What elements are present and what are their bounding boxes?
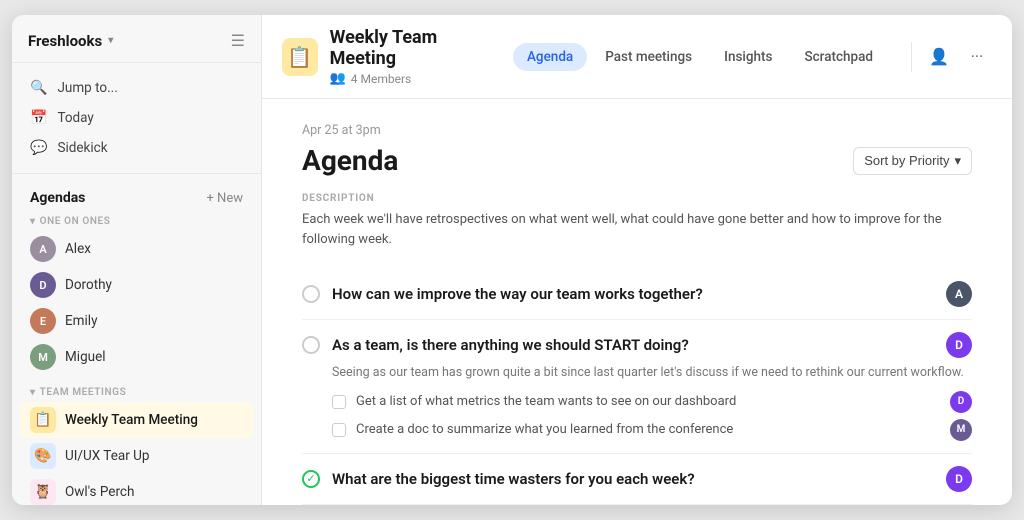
weekly-meeting-label: Weekly Team Meeting xyxy=(65,412,198,428)
meeting-emoji-large: 📋 xyxy=(282,38,318,76)
agenda-item-2-main: As a team, is there anything we should S… xyxy=(302,332,972,358)
sub-task-1-text: Get a list of what metrics the team want… xyxy=(356,394,940,409)
sub-task-2: Create a doc to summarize what you learn… xyxy=(332,419,972,441)
sidebar: Freshlooks ▾ ☰ 🔍 Jump to... 📅 Today 💬 Si… xyxy=(12,15,262,505)
more-options-button[interactable]: ··· xyxy=(962,42,992,72)
app-window: Freshlooks ▾ ☰ 🔍 Jump to... 📅 Today 💬 Si… xyxy=(12,15,1012,505)
sidebar-item-sidekick[interactable]: 💬 Sidekick xyxy=(20,133,253,163)
meeting-title-area: 📋 Weekly Team Meeting 👥 4 Members xyxy=(282,27,497,86)
agenda-item-2-description: Seeing as our team has grown quite a bit… xyxy=(332,364,972,383)
sidebar-brand[interactable]: Freshlooks ▾ xyxy=(28,32,113,50)
sidebar-item-today-label: Today xyxy=(57,110,93,126)
agenda-item-3-title: What are the biggest time wasters for yo… xyxy=(332,470,934,488)
agenda-item-2-subtasks: Get a list of what metrics the team want… xyxy=(332,391,972,441)
main-nav: Agenda Past meetings Insights Scratchpad xyxy=(513,43,887,71)
agenda-items: How can we improve the way our team work… xyxy=(302,269,972,505)
calendar-icon: 📅 xyxy=(30,110,47,126)
agenda-item-1-title: How can we improve the way our team work… xyxy=(332,285,934,303)
sidebar-item-today[interactable]: 📅 Today xyxy=(20,103,253,133)
agenda-item-3-avatar: D xyxy=(946,466,972,492)
main-header: 📋 Weekly Team Meeting 👥 4 Members Agenda… xyxy=(262,15,1012,99)
team-meetings-label: ▾ TEAM MEETINGS xyxy=(20,383,253,402)
chevron-down-icon-2: ▾ xyxy=(30,387,36,398)
uiux-emoji: 🎨 xyxy=(30,443,56,469)
description-section: DESCRIPTION Each week we'll have retrosp… xyxy=(302,193,972,249)
main-area: 📋 Weekly Team Meeting 👥 4 Members Agenda… xyxy=(262,15,1012,505)
sub-task-1-checkbox[interactable] xyxy=(332,395,346,409)
person-dorothy-label: Dorothy xyxy=(65,277,112,293)
weekly-meeting-emoji: 📋 xyxy=(30,407,56,433)
main-header-actions: 👤 ··· xyxy=(911,42,992,72)
content-area: Apr 25 at 3pm Agenda Sort by Priority ▾ … xyxy=(262,99,1012,505)
sidebar-item-weekly-meeting[interactable]: 📋 Weekly Team Meeting xyxy=(20,402,253,438)
sidebar-nav: 🔍 Jump to... 📅 Today 💬 Sidekick xyxy=(12,63,261,174)
members-count: 4 Members xyxy=(351,72,411,86)
agenda-item-3-checkbox[interactable]: ✓ xyxy=(302,470,320,488)
meeting-title-text: Weekly Team Meeting 👥 4 Members xyxy=(330,27,497,86)
tab-insights[interactable]: Insights xyxy=(710,43,786,71)
sidebar-header: Freshlooks ▾ ☰ xyxy=(12,15,261,63)
sidebar-item-alex[interactable]: A Alex xyxy=(20,231,253,267)
avatar-miguel: M xyxy=(30,344,56,370)
person-alex-label: Alex xyxy=(65,241,91,257)
chevron-down-icon: ▾ xyxy=(30,216,36,227)
agenda-item-2: As a team, is there anything we should S… xyxy=(302,320,972,454)
agenda-item-3: ✓ What are the biggest time wasters for … xyxy=(302,454,972,505)
agenda-item-2-title: As a team, is there anything we should S… xyxy=(332,336,934,354)
sub-task-2-avatar: M xyxy=(950,419,972,441)
brand-name: Freshlooks xyxy=(28,32,102,50)
content-title: Agenda xyxy=(302,144,398,177)
agenda-item-1-checkbox[interactable] xyxy=(302,285,320,303)
avatar-dorothy: D xyxy=(30,272,56,298)
sidebar-item-dorothy[interactable]: D Dorothy xyxy=(20,267,253,303)
sort-by-priority-button[interactable]: Sort by Priority ▾ xyxy=(853,147,972,175)
sidebar-item-sidekick-label: Sidekick xyxy=(57,140,107,156)
tab-past-meetings[interactable]: Past meetings xyxy=(591,43,706,71)
description-label: DESCRIPTION xyxy=(302,193,972,204)
agenda-item-2-checkbox[interactable] xyxy=(302,336,320,354)
one-on-ones-label: ▾ ONE ON ONES xyxy=(20,212,253,231)
sidebar-item-emily[interactable]: E Emily xyxy=(20,303,253,339)
person-miguel-label: Miguel xyxy=(65,349,106,365)
avatar-emily: E xyxy=(30,308,56,334)
sidebar-item-uiux[interactable]: 🎨 UI/UX Tear Up xyxy=(20,438,253,474)
sub-task-2-text: Create a doc to summarize what you learn… xyxy=(356,422,940,437)
search-icon: 🔍 xyxy=(30,80,47,96)
content-title-row: Agenda Sort by Priority ▾ xyxy=(302,144,972,177)
uiux-label: UI/UX Tear Up xyxy=(65,448,149,464)
avatar-alex: A xyxy=(30,236,56,262)
sub-task-1: Get a list of what metrics the team want… xyxy=(332,391,972,413)
agenda-item-2-avatar: D xyxy=(946,332,972,358)
add-member-button[interactable]: 👤 xyxy=(924,42,954,72)
agenda-item-3-main: ✓ What are the biggest time wasters for … xyxy=(302,466,972,492)
hamburger-icon[interactable]: ☰ xyxy=(231,31,245,50)
chat-icon: 💬 xyxy=(30,140,47,156)
sidebar-item-owls[interactable]: 🦉 Owl's Perch xyxy=(20,474,253,505)
agenda-item-1-main: How can we improve the way our team work… xyxy=(302,281,972,307)
sort-chevron-icon: ▾ xyxy=(954,153,961,169)
members-icon: 👥 xyxy=(330,71,346,86)
sort-label: Sort by Priority xyxy=(864,153,949,168)
sidebar-section-header: Agendas + New xyxy=(20,186,253,212)
content-date: Apr 25 at 3pm xyxy=(302,123,972,138)
person-emily-label: Emily xyxy=(65,313,97,329)
tab-agenda[interactable]: Agenda xyxy=(513,43,587,71)
meeting-members: 👥 4 Members xyxy=(330,71,497,86)
sidebar-item-miguel[interactable]: M Miguel xyxy=(20,339,253,375)
sidebar-item-jump[interactable]: 🔍 Jump to... xyxy=(20,73,253,103)
agenda-item-1-avatar: A xyxy=(946,281,972,307)
owls-emoji: 🦉 xyxy=(30,479,56,505)
sidebar-agendas-section: Agendas + New ▾ ONE ON ONES A Alex D Dor… xyxy=(12,174,261,505)
main-meeting-title: Weekly Team Meeting xyxy=(330,27,497,69)
owls-label: Owl's Perch xyxy=(65,484,134,500)
new-agenda-button[interactable]: + New xyxy=(206,191,243,206)
brand-chevron-icon: ▾ xyxy=(108,35,113,46)
agenda-item-1: How can we improve the way our team work… xyxy=(302,269,972,320)
sub-task-2-checkbox[interactable] xyxy=(332,423,346,437)
sidebar-item-jump-label: Jump to... xyxy=(57,80,117,96)
tab-scratchpad[interactable]: Scratchpad xyxy=(790,43,887,71)
sub-task-1-avatar: D xyxy=(950,391,972,413)
agendas-title: Agendas xyxy=(30,190,85,206)
description-text: Each week we'll have retrospectives on w… xyxy=(302,210,972,249)
